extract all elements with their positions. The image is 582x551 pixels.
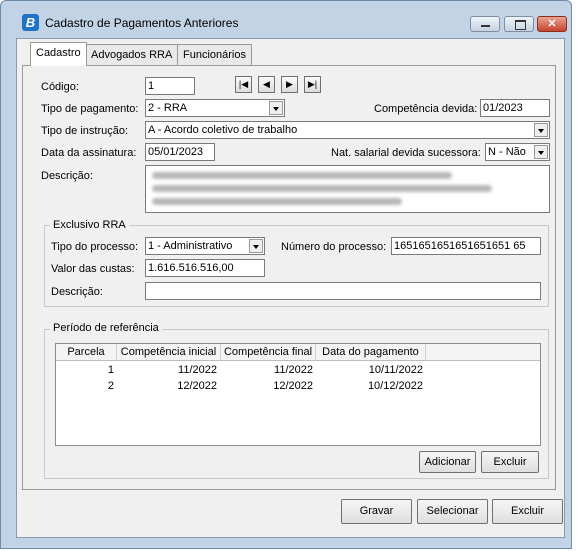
competencia-field[interactable]: 01/2023 [480,99,550,117]
tipo-processo-label: Tipo do processo: [51,241,139,253]
column-header-filler [426,344,540,361]
tipo-processo-select[interactable]: 1 - Administrativo [145,237,265,255]
tipo-pagamento-value: 2 - RRA [148,102,188,114]
competencia-label: Competência devida: [374,103,478,115]
cell-competencia-final: 12/2022 [273,380,313,392]
column-header-parcela[interactable]: Parcela [56,344,117,361]
maximize-button[interactable] [504,16,534,32]
tab-advogados-rra[interactable]: Advogados RRA [85,44,179,65]
descricao-label: Descrição: [41,170,93,182]
close-button[interactable]: ✕ [537,16,567,32]
tipo-instrucao-select[interactable]: A - Acordo coletivo de trabalho [145,121,550,139]
descricao-textarea[interactable] [145,165,550,213]
nat-salarial-value: N - Não [488,146,526,158]
tab-cadastro[interactable]: Cadastro [30,42,87,66]
redacted-text-line [152,198,402,205]
numero-processo-label: Número do processo: [281,241,387,253]
data-assinatura-label: Data da assinatura: [41,147,137,159]
exclusivo-rra-label: Exclusivo RRA [50,219,129,231]
adicionar-button[interactable]: Adicionar [419,451,476,473]
redacted-text-line [152,185,492,192]
valor-custas-label: Valor das custas: [51,263,135,275]
title-bar[interactable]: B Cadastro de Pagamentos Anteriores ✕ [1,1,571,33]
app-logo-icon: B [22,14,39,31]
cell-competencia-final: 11/2022 [274,364,313,376]
rra-descricao-label: Descrição: [51,286,103,298]
tipo-pagamento-select[interactable]: 2 - RRA [145,99,285,117]
last-record-button[interactable]: ▶| [304,76,321,93]
gravar-button[interactable]: Gravar [341,499,412,524]
minimize-button[interactable] [470,16,500,32]
first-record-button[interactable]: |◀ [235,76,252,93]
cell-parcela: 1 [107,364,114,376]
chevron-down-icon [269,101,283,115]
column-header-competencia-inicial[interactable]: Competência inicial [117,344,221,361]
excluir-button[interactable]: Excluir [492,499,563,524]
nat-salarial-select[interactable]: N - Não [485,143,550,161]
next-record-button[interactable]: ▶ [281,76,298,93]
periodo-table[interactable]: Parcela Competência inicial Competência … [55,343,541,446]
window-title: Cadastro de Pagamentos Anteriores [45,16,239,30]
first-record-icon: |◀ [238,79,249,89]
table-row[interactable]: 2 12/2022 12/2022 10/12/2022 [56,379,540,394]
tipo-instrucao-label: Tipo de instrução: [41,125,129,137]
table-row[interactable]: 1 11/2022 11/2022 10/11/2022 [56,363,540,378]
valor-custas-field[interactable]: 1.616.516.516,00 [145,259,265,277]
rra-descricao-field[interactable] [145,282,541,300]
maximize-icon [515,20,526,30]
chevron-down-icon [534,123,548,137]
cell-competencia-inicial: 12/2022 [177,380,217,392]
chevron-down-icon [534,145,548,159]
codigo-label: Código: [41,81,79,93]
nat-salarial-label: Nat. salarial devida sucessora: [331,147,481,159]
previous-record-button[interactable]: ◀ [258,76,275,93]
close-icon: ✕ [547,18,557,30]
tipo-processo-value: 1 - Administrativo [148,240,233,252]
column-header-data-pagamento[interactable]: Data do pagamento [316,344,426,361]
column-header-competencia-final[interactable]: Competência final [221,344,316,361]
periodo-referencia-label: Período de referência [50,322,162,334]
next-record-icon: ▶ [286,79,293,89]
last-record-icon: ▶| [307,79,318,89]
cell-data-pagamento: 10/11/2022 [368,364,423,376]
numero-processo-field[interactable]: 1651651651651651651 65 [391,237,541,255]
cell-parcela: 2 [107,380,114,392]
chevron-down-icon [249,239,263,253]
tipo-instrucao-value: A - Acordo coletivo de trabalho [148,124,298,136]
cell-competencia-inicial: 11/2022 [178,364,217,376]
excluir-row-button[interactable]: Excluir [481,451,539,473]
tipo-pagamento-label: Tipo de pagamento: [41,103,139,115]
previous-record-icon: ◀ [263,79,270,89]
minimize-icon [481,25,490,27]
redacted-text-line [152,172,452,179]
cell-data-pagamento: 10/12/2022 [367,380,423,392]
data-assinatura-field[interactable]: 05/01/2023 [145,143,215,161]
codigo-field[interactable]: 1 [145,77,195,95]
tab-funcionarios[interactable]: Funcionários [177,44,252,65]
selecionar-button[interactable]: Selecionar [417,499,488,524]
